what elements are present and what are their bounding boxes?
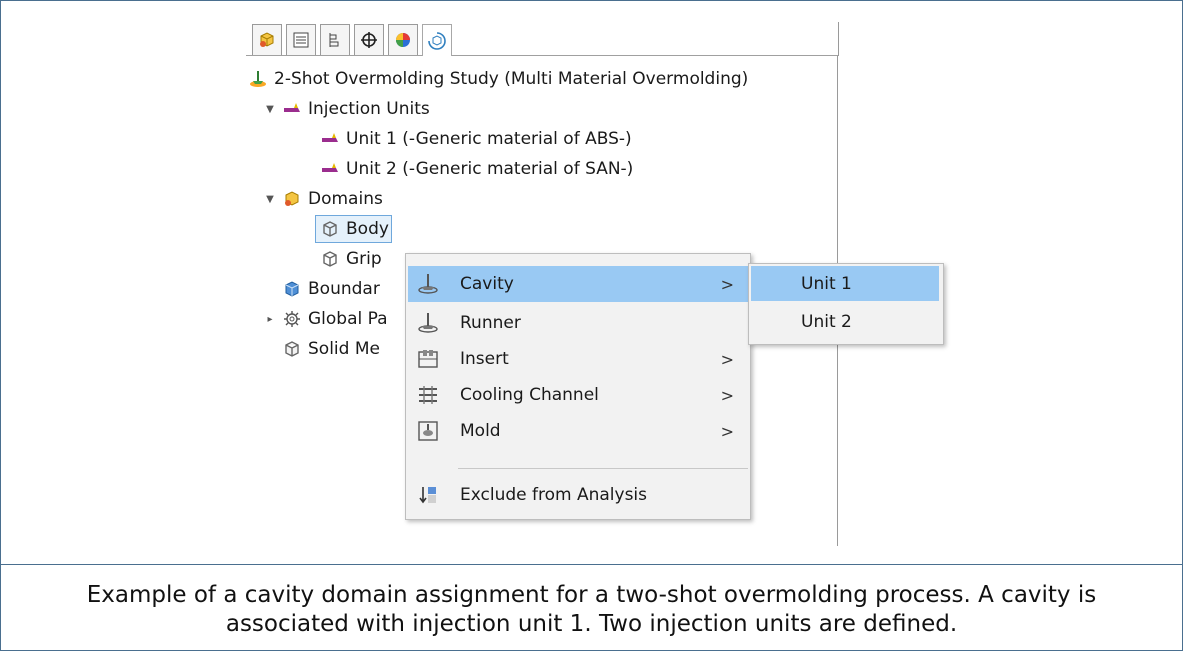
submenu-label: Unit 1 xyxy=(801,273,852,294)
tab-configuration-manager[interactable] xyxy=(320,24,350,55)
injection-unit-icon xyxy=(320,129,340,149)
tree-item-solid-mesh[interactable]: Solid Me xyxy=(282,334,380,364)
menu-label: Cooling Channel xyxy=(460,385,599,405)
menu-label: Mold xyxy=(460,421,501,441)
body-icon xyxy=(320,249,340,269)
chevron-right-icon: > xyxy=(720,385,734,405)
menu-item-insert[interactable]: Insert > xyxy=(408,341,748,377)
boundary-conditions-icon xyxy=(282,279,302,299)
menu-label: Runner xyxy=(460,313,521,333)
configuration-manager-icon xyxy=(325,30,345,50)
figure-caption: Example of a cavity domain assignment fo… xyxy=(86,582,1097,637)
cavity-submenu: Unit 1 Unit 2 xyxy=(748,263,944,345)
caption-cell: Example of a cavity domain assignment fo… xyxy=(1,565,1182,650)
menu-item-cooling-channel[interactable]: Cooling Channel > xyxy=(408,377,748,413)
exclude-icon xyxy=(414,481,442,509)
tree-item-grip[interactable]: Grip xyxy=(320,244,382,274)
figure-image-cell: 2-Shot Overmolding Study (Multi Material… xyxy=(1,1,1182,565)
domains-icon xyxy=(282,189,302,209)
unit-2-label: Unit 2 (-Generic material of SAN-) xyxy=(346,159,634,179)
runner-icon xyxy=(414,309,442,337)
gear-icon xyxy=(282,309,302,329)
chevron-right-icon: > xyxy=(720,349,734,369)
tree-item-injection-units[interactable]: ▼ Injection Units xyxy=(264,94,430,124)
plastics-study-icon xyxy=(427,31,447,51)
boundary-label: Boundar xyxy=(308,279,380,299)
menu-item-cavity[interactable]: Cavity > xyxy=(408,266,748,302)
domains-label: Domains xyxy=(308,189,383,209)
tree-item-global-parameters[interactable]: ▸ Global Pa xyxy=(264,304,388,334)
submenu-item-unit-2[interactable]: Unit 2 xyxy=(751,304,939,339)
submenu-item-unit-1[interactable]: Unit 1 xyxy=(751,266,939,301)
expand-arrow-icon[interactable]: ▼ xyxy=(264,104,276,115)
chevron-right-icon: > xyxy=(720,274,734,294)
injection-unit-icon xyxy=(320,159,340,179)
expand-arrow-icon[interactable]: ▼ xyxy=(264,194,276,205)
menu-label: Cavity xyxy=(460,274,514,294)
injection-unit-icon xyxy=(282,99,302,119)
grip-label: Grip xyxy=(346,249,382,269)
tree-item-boundary[interactable]: Boundar xyxy=(282,274,380,304)
chevron-right-icon: > xyxy=(720,421,734,441)
feature-manager-icon xyxy=(257,30,277,50)
tree-item-study[interactable]: 2-Shot Overmolding Study (Multi Material… xyxy=(248,64,748,94)
tab-plastics-manager[interactable] xyxy=(422,24,452,56)
plastics-study-root-icon xyxy=(248,69,268,89)
context-menu: Cavity > Runner Insert > Cooling Channel… xyxy=(405,253,751,520)
property-manager-icon xyxy=(291,30,311,50)
mesh-icon xyxy=(282,339,302,359)
menu-item-mold[interactable]: Mold > xyxy=(408,413,748,449)
unit-1-label: Unit 1 (-Generic material of ABS-) xyxy=(346,129,632,149)
tab-display-manager[interactable] xyxy=(388,24,418,55)
crosshair-icon xyxy=(359,30,379,50)
menu-label: Insert xyxy=(460,349,509,369)
body-icon xyxy=(320,219,340,239)
cavity-icon xyxy=(414,270,442,298)
menu-item-exclude-from-analysis[interactable]: Exclude from Analysis xyxy=(408,477,748,513)
manager-tab-bar xyxy=(246,22,839,56)
appearance-icon xyxy=(393,30,413,50)
menu-separator xyxy=(458,468,748,469)
collapse-arrow-icon[interactable]: ▸ xyxy=(264,314,276,325)
injection-units-label: Injection Units xyxy=(308,99,430,119)
tree-item-domains[interactable]: ▼ Domains xyxy=(264,184,383,214)
study-label: 2-Shot Overmolding Study (Multi Material… xyxy=(274,69,749,89)
tree-item-unit-2[interactable]: Unit 2 (-Generic material of SAN-) xyxy=(320,154,633,184)
mold-icon xyxy=(414,417,442,445)
submenu-label: Unit 2 xyxy=(801,311,852,332)
menu-label: Exclude from Analysis xyxy=(460,485,648,505)
tree-item-body[interactable]: Body xyxy=(315,215,392,243)
insert-icon xyxy=(414,345,442,373)
global-parameters-label: Global Pa xyxy=(308,309,388,329)
tab-feature-manager[interactable] xyxy=(252,24,282,55)
figure-frame: 2-Shot Overmolding Study (Multi Material… xyxy=(0,0,1183,651)
menu-item-runner[interactable]: Runner xyxy=(408,305,748,341)
tree-item-unit-1[interactable]: Unit 1 (-Generic material of ABS-) xyxy=(320,124,632,154)
solid-mesh-label: Solid Me xyxy=(308,339,380,359)
tab-property-manager[interactable] xyxy=(286,24,316,55)
cooling-channel-icon xyxy=(414,381,442,409)
body-label: Body xyxy=(346,219,389,239)
tab-dimxpert-manager[interactable] xyxy=(354,24,384,55)
